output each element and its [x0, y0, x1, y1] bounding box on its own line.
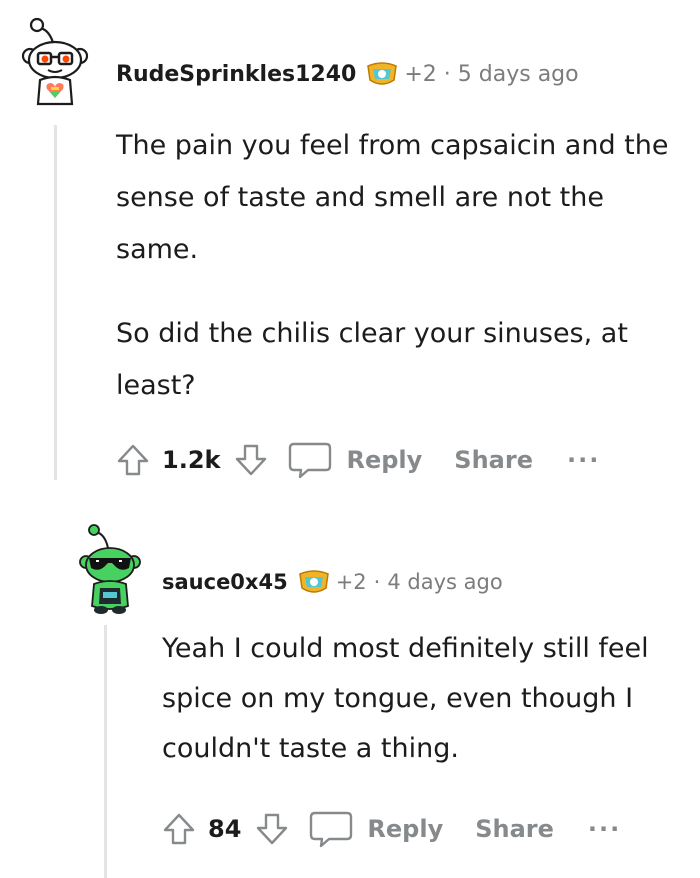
reply-label: Reply	[346, 446, 423, 474]
meta-separator: ·	[443, 61, 451, 87]
comment-body: The pain you feel from capsaicin and the…	[116, 120, 691, 412]
comment-points: +2	[404, 61, 437, 87]
downvote-icon[interactable]	[249, 809, 295, 849]
comment-paragraph: The pain you feel from capsaicin and the…	[116, 130, 669, 265]
upvote-icon[interactable]	[110, 440, 156, 480]
snoo-avatar-icon	[79, 524, 141, 614]
comment-meta: sauce0x45 +2 · 4 days ago	[162, 566, 503, 598]
thread-line-child[interactable]	[104, 625, 107, 878]
comment-timestamp[interactable]: 4 days ago	[387, 570, 502, 594]
comment-meta: RudeSprinkles1240 +2 · 5 days ago	[116, 58, 579, 90]
comment-actions: 84 Reply Share ···	[156, 809, 621, 849]
snoo-avatar-icon	[21, 17, 89, 106]
award-badge-icon[interactable]	[298, 568, 330, 596]
share-button[interactable]: Share	[475, 815, 554, 843]
more-options-icon[interactable]: ···	[588, 815, 621, 843]
user-avatar[interactable]	[72, 520, 148, 616]
comment-body: Yeah I could most definitely still feel …	[162, 624, 687, 774]
comment-paragraph: Yeah I could most definitely still feel …	[162, 633, 649, 764]
award-badge-icon[interactable]	[366, 60, 398, 88]
reply-label: Reply	[367, 815, 444, 843]
comment-actions: 1.2k Reply Share ···	[110, 440, 600, 480]
reply-button[interactable]: Reply	[309, 809, 443, 849]
upvote-icon[interactable]	[156, 809, 202, 849]
comment-paragraph: So did the chilis clear your sinuses, at…	[116, 318, 628, 401]
reply-button[interactable]: Reply	[288, 440, 422, 480]
username[interactable]: sauce0x45	[162, 570, 288, 594]
comment-bubble-icon	[289, 442, 332, 479]
share-button[interactable]: Share	[454, 446, 533, 474]
downvote-icon[interactable]	[228, 440, 274, 480]
vote-score: 84	[208, 815, 242, 843]
comment-bubble-icon	[310, 811, 353, 848]
user-avatar[interactable]	[10, 8, 100, 108]
comment-points: +2	[335, 570, 367, 594]
username[interactable]: RudeSprinkles1240	[116, 62, 356, 87]
vote-score: 1.2k	[162, 446, 221, 474]
more-options-icon[interactable]: ···	[567, 446, 600, 474]
comment-timestamp[interactable]: 5 days ago	[458, 62, 579, 87]
meta-separator: ·	[373, 570, 381, 594]
thread-line-top[interactable]	[54, 125, 57, 480]
